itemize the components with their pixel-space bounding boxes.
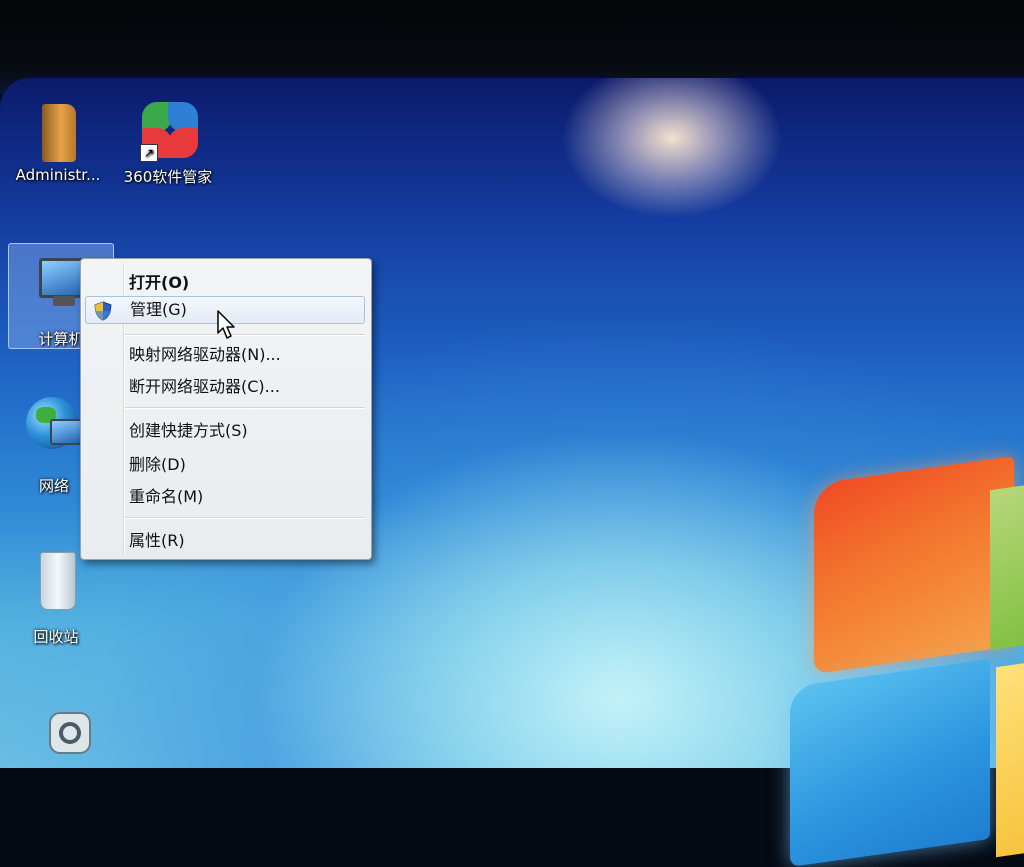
- menu-item-label: 断开网络驱动器(C)...: [129, 377, 280, 396]
- mouse-pointer-icon: [216, 309, 238, 341]
- menu-item-open[interactable]: 打开(O): [85, 269, 365, 297]
- menu-item-properties[interactable]: 属性(R): [85, 527, 365, 555]
- menu-item-label: 打开(O): [129, 273, 190, 292]
- network-globe-icon: [24, 395, 84, 455]
- menu-separator: [125, 407, 365, 409]
- desktop-icon-label: 回收站: [33, 628, 79, 646]
- app-shortcut-icon: [45, 708, 95, 758]
- 360-software-manager-icon: ↗: [138, 100, 198, 162]
- windows-logo-yellow-pane: [996, 658, 1024, 858]
- uac-shield-icon: [94, 301, 112, 321]
- desktop-icon-app-shortcut[interactable]: [18, 708, 122, 764]
- menu-item-label: 映射网络驱动器(N)...: [129, 345, 281, 364]
- desktop-icon-label: 360软件管家: [123, 168, 213, 186]
- windows-logo-blue-pane: [790, 658, 990, 867]
- shortcut-arrow-icon: ↗: [140, 144, 158, 162]
- menu-item-label: 属性(R): [129, 531, 185, 550]
- menu-item-label: 管理(G): [130, 300, 187, 319]
- menu-item-rename[interactable]: 重命名(M): [85, 483, 365, 511]
- menu-item-disconnect-network-drive[interactable]: 断开网络驱动器(C)...: [85, 373, 365, 401]
- desktop-icon-recycle-bin[interactable]: 回收站: [4, 550, 108, 647]
- windows-logo-green-pane: [990, 481, 1024, 651]
- menu-separator: [125, 334, 365, 336]
- windows-logo-wallpaper: [770, 455, 1024, 867]
- menu-item-create-shortcut[interactable]: 创建快捷方式(S): [85, 417, 365, 445]
- menu-item-map-network-drive[interactable]: 映射网络驱动器(N)...: [85, 341, 365, 369]
- menu-item-label: 删除(D): [129, 455, 186, 474]
- desktop-icon-label: Administr...: [15, 166, 101, 184]
- context-menu: 打开(O) 管理(G) 映射网络驱动器(N)... 断开网络驱动器(C)... …: [80, 258, 372, 560]
- desktop-icon-360-software-manager[interactable]: ↗ 360软件管家: [116, 100, 220, 187]
- recycle-bin-icon: [26, 550, 86, 610]
- menu-separator: [125, 517, 365, 519]
- desktop-icon-administrator[interactable]: Administr...: [6, 100, 110, 184]
- windows-logo-red-pane: [814, 455, 1014, 675]
- menu-item-label: 创建快捷方式(S): [129, 421, 248, 440]
- folder-icon: [28, 100, 88, 162]
- menu-item-label: 重命名(M): [129, 487, 204, 506]
- menu-item-delete[interactable]: 删除(D): [85, 451, 365, 479]
